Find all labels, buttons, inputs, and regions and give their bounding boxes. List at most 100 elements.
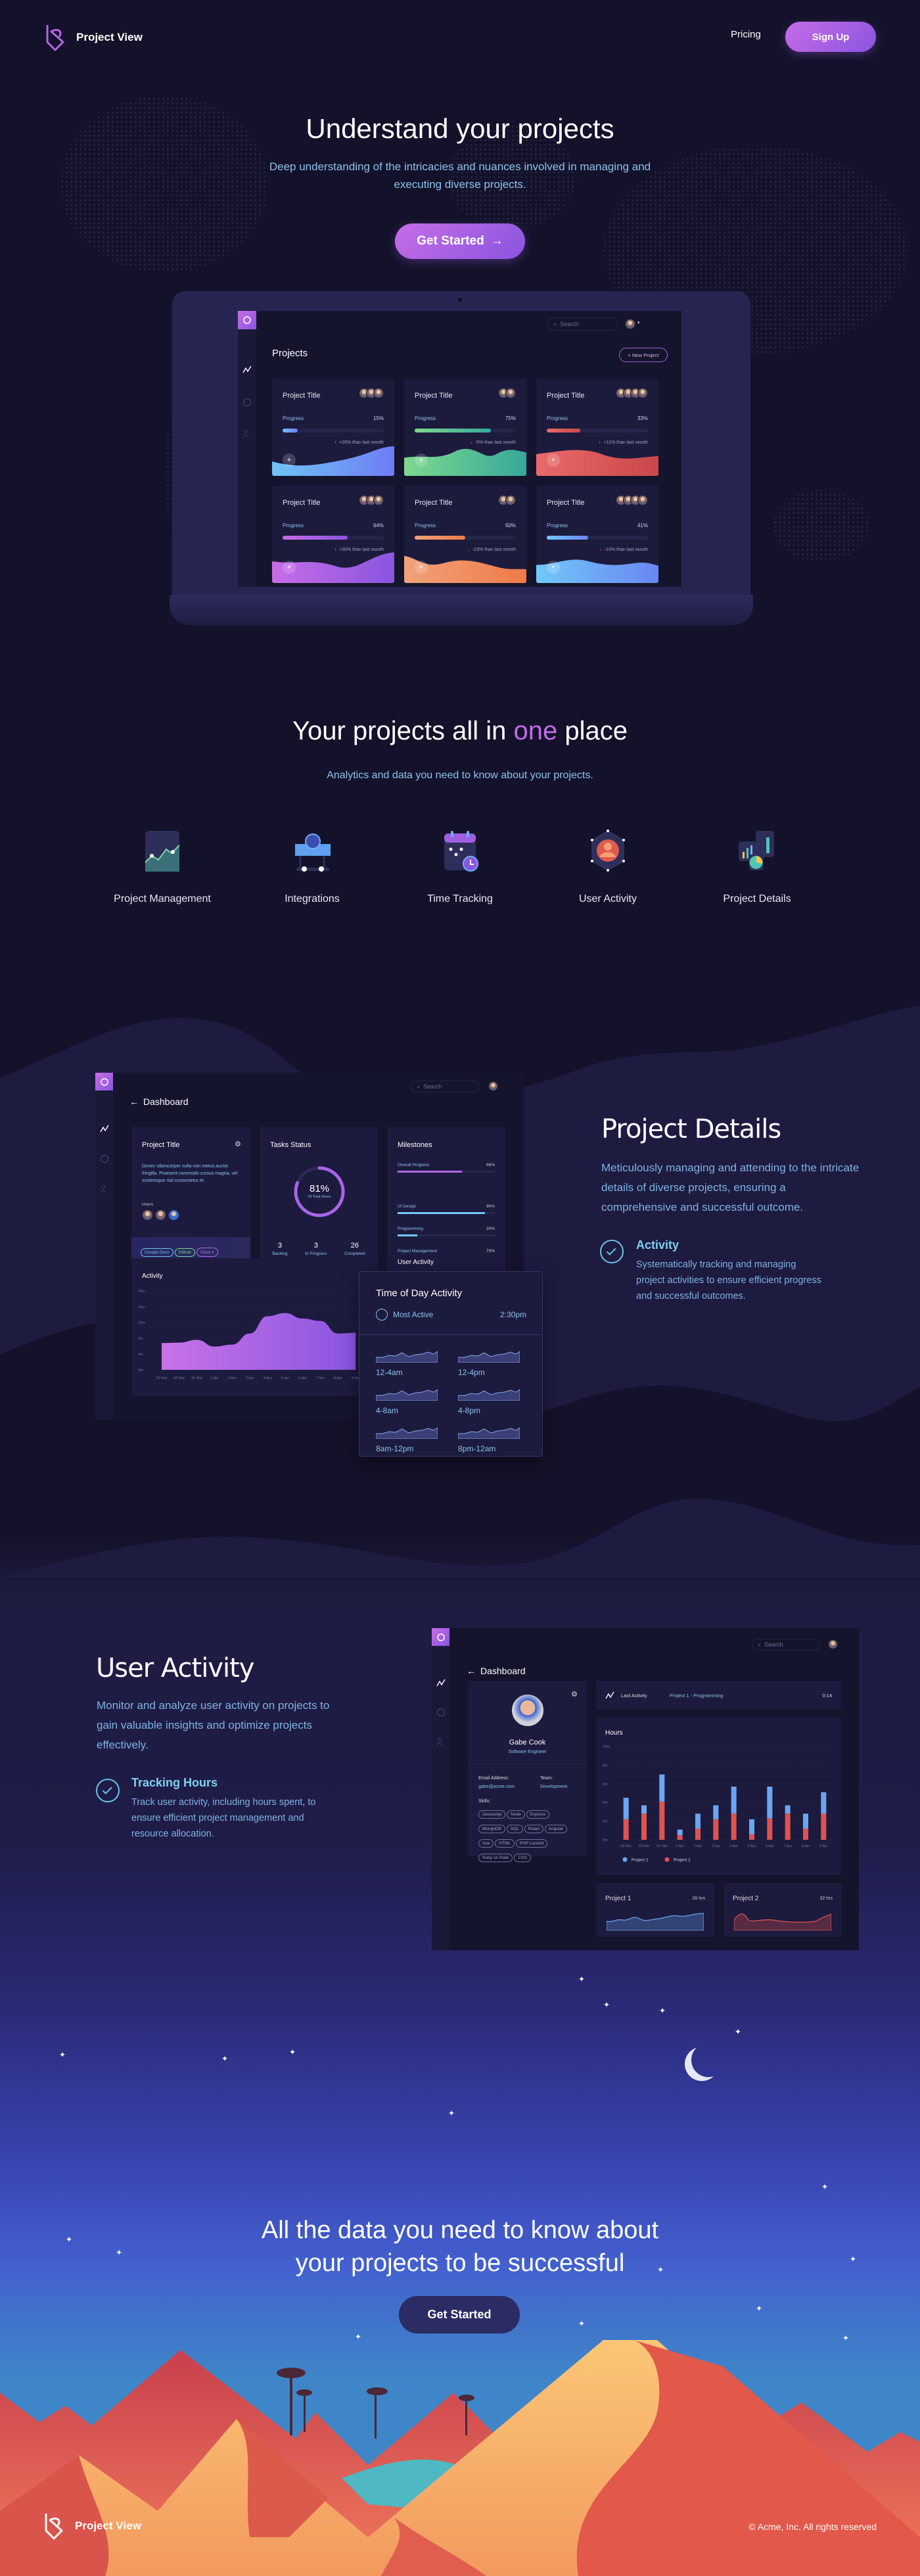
time-of-day-popup: Time of Day Activity Most Active 2:30pm … — [359, 1271, 543, 1457]
project-sparkline — [734, 1913, 831, 1931]
footer-logo[interactable]: Project View — [42, 2511, 141, 2541]
add-icon[interactable]: + — [547, 561, 560, 574]
x-tick-label: 6 Apr — [766, 1844, 774, 1848]
search-input[interactable]: ⌕ Search — [547, 317, 618, 331]
tasks-stats: 3 Backlog 3 In Progress 26 Completed — [264, 1242, 374, 1256]
users-icon[interactable] — [436, 1737, 446, 1746]
project-card[interactable]: Project Title Progress 41% ↓ -10% than last … — [536, 486, 658, 583]
add-icon[interactable]: + — [547, 454, 560, 467]
details-feature-title: Activity — [636, 1238, 679, 1252]
project-title: Project Title — [283, 499, 321, 507]
add-icon[interactable]: + — [283, 454, 296, 467]
search-input[interactable]: ⌕ Search — [752, 1639, 820, 1651]
progress-fill — [283, 429, 298, 433]
activity-icon[interactable] — [100, 1124, 109, 1133]
charts-icon — [739, 831, 774, 870]
chevron-down-icon[interactable]: ▾ — [637, 320, 640, 325]
avatar[interactable] — [168, 1209, 179, 1221]
users-icon[interactable] — [242, 429, 252, 438]
x-tick-label: 4 Apr — [264, 1376, 272, 1380]
milestone-value: 70% — [486, 1249, 495, 1253]
last-activity-label: Last Activity — [621, 1693, 647, 1698]
nav-pricing-link[interactable]: Pricing — [731, 29, 761, 40]
app-logo-icon[interactable] — [432, 1628, 449, 1646]
gauge-icon[interactable] — [436, 1708, 446, 1717]
x-tick-label: 7 Apr — [783, 1844, 792, 1848]
cta-get-started-button[interactable]: Get Started — [399, 2296, 520, 2333]
project-card[interactable]: Project Title Progress 50% ↓ -23% than last … — [404, 486, 526, 583]
project-card[interactable]: Project Title Progress 33% ↑ +11% than last … — [536, 379, 658, 476]
back-arrow-icon[interactable]: ← — [467, 1666, 476, 1676]
member-avatars — [498, 495, 516, 505]
new-project-button[interactable]: + New Project — [619, 348, 668, 362]
profile-name: Gabe Cook — [509, 1739, 546, 1746]
hours-bar-chart: 0hr 2hr 4hr 6hr 8hr 10hr 29 Mar 30 Mar 31 Mar 1 A… — [603, 1745, 833, 1863]
activity-icon[interactable] — [242, 365, 252, 374]
x-tick-label: 31 Mar — [191, 1376, 202, 1380]
progress-bar — [283, 429, 384, 433]
hero-get-started-button[interactable]: Get Started → — [395, 223, 525, 259]
member-avatars — [616, 495, 648, 505]
user-avatar[interactable] — [488, 1081, 498, 1091]
back-arrow-icon[interactable]: ← — [129, 1096, 139, 1107]
email-value[interactable]: gabe@acme.com — [478, 1785, 515, 1789]
integration-tag[interactable]: Github — [174, 1248, 195, 1257]
brand-logo[interactable]: Project View — [43, 22, 143, 53]
skill-tag: HTML — [495, 1839, 515, 1848]
feature-item[interactable]: Integrations — [240, 830, 384, 905]
project-title: Project Title — [142, 1141, 180, 1149]
user-avatar[interactable] — [828, 1639, 838, 1649]
project-hours: 26 hrs — [692, 1896, 705, 1901]
x-tick-label: 5 Apr — [748, 1844, 756, 1848]
add-icon[interactable]: + — [415, 561, 428, 574]
feature-item[interactable]: User Activity — [536, 830, 680, 905]
progress-value: 15% — [373, 415, 384, 421]
project-card[interactable]: Project Title Progress 75% ↓ -5% than last m… — [404, 379, 526, 476]
sparkline-area — [376, 1351, 438, 1363]
project-hours-card[interactable]: Project 1 26 hrs — [596, 1883, 714, 1937]
x-tick-label: 30 Mar — [173, 1376, 185, 1380]
avatar[interactable] — [142, 1209, 153, 1221]
x-tick-label: 2 Apr — [694, 1844, 702, 1848]
last-activity-time: 0:14 — [822, 1693, 832, 1698]
gauge-icon[interactable] — [242, 398, 252, 407]
feature-item[interactable]: Time Tracking — [388, 830, 532, 905]
avatar[interactable] — [155, 1209, 166, 1221]
gear-icon[interactable]: ⚙ — [235, 1140, 241, 1148]
add-icon[interactable]: + — [415, 454, 428, 467]
gear-icon[interactable]: ⚙ — [571, 1690, 578, 1698]
project-card[interactable]: Project Title Progress 15% ↑ +20% than last … — [272, 379, 394, 476]
user-avatar[interactable] — [625, 319, 635, 329]
gauge-icon[interactable] — [100, 1154, 109, 1163]
progress-label: Progress — [547, 523, 568, 528]
feature-item[interactable]: Project Details — [685, 830, 829, 905]
progress-label: Progress — [415, 523, 436, 528]
star-icon: ✦ — [756, 2304, 763, 2313]
dashboard-mockup-activity: ⌕ Search ← Dashboard ⚙ Gabe Cook Software … — [432, 1628, 859, 1950]
cta-title-line: your projects to be successful — [295, 2249, 625, 2277]
project-card[interactable]: Project Title Progress 64% ↑ +30% than last … — [272, 486, 394, 583]
app-logo-icon[interactable] — [95, 1073, 113, 1090]
feature-item[interactable]: Project Management — [90, 830, 235, 905]
last-activity-project[interactable]: Project 1 - Programming — [670, 1693, 723, 1698]
y-tick-label: 12hr — [138, 1321, 145, 1325]
feature-label: Project Management — [114, 893, 211, 904]
star-icon: ✦ — [578, 1975, 586, 1984]
add-icon[interactable]: + — [283, 561, 296, 574]
y-tick-label: 0hr — [603, 1838, 608, 1842]
users-icon[interactable] — [100, 1184, 109, 1194]
signup-button[interactable]: Sign Up — [785, 22, 876, 52]
integration-tag[interactable]: Google Docs — [141, 1248, 173, 1257]
card-title: Tasks Status — [270, 1141, 311, 1149]
cta-title: All the data you need to know about your… — [0, 2214, 920, 2280]
activity-icon[interactable] — [436, 1678, 446, 1687]
star-icon: ✦ — [289, 2048, 296, 2057]
hero-cta-label: Get Started — [417, 234, 484, 248]
integration-tag[interactable]: Slack ▾ — [196, 1248, 218, 1257]
project-hours-card[interactable]: Project 2 32 hrs — [724, 1883, 842, 1937]
stat-label: Completed — [344, 1252, 365, 1256]
app-logo-icon[interactable] — [238, 311, 256, 329]
bar-project-2 — [731, 1814, 737, 1840]
search-input[interactable]: ⌕ Search — [411, 1081, 479, 1092]
milestone-bar — [398, 1234, 495, 1236]
